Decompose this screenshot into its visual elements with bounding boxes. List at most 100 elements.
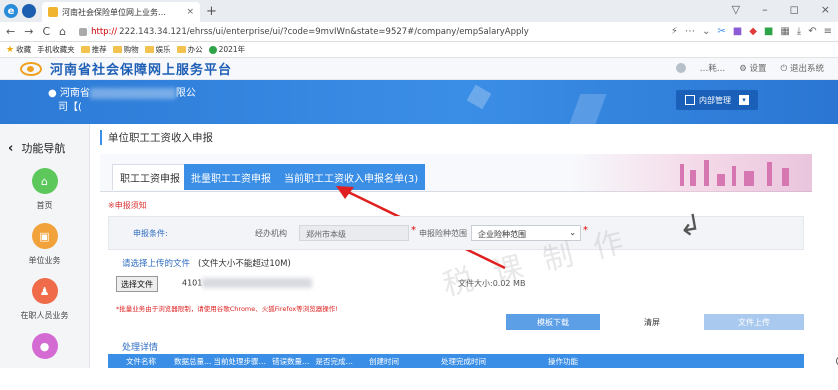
lock-icon: [79, 27, 88, 36]
skyline-building: [680, 164, 684, 186]
banner-decoration: [466, 84, 492, 110]
tabs-menu-icon[interactable]: ▽: [732, 3, 740, 16]
file-upload-button[interactable]: 文件上传: [704, 314, 804, 330]
forward-button[interactable]: →: [24, 25, 33, 38]
new-tab-button[interactable]: +: [206, 4, 217, 19]
dropdown-icon[interactable]: ⌄: [702, 26, 710, 37]
ext-purple-icon[interactable]: ■: [733, 26, 742, 37]
chevron-left-icon[interactable]: ‹: [8, 141, 13, 156]
bookmark-label: 收藏: [16, 45, 32, 54]
column-header: 操作功能: [548, 356, 578, 366]
translate-icon[interactable]: ✂: [717, 26, 725, 37]
bookmark-label: 2021年: [218, 45, 246, 54]
tab-batch-salary-declare[interactable]: 批量职工工资申报: [184, 164, 278, 190]
globe-icon: [208, 45, 217, 54]
upload-size-hint: (文件大小不能超过10M): [198, 259, 291, 269]
condition-label: 申报条件:: [133, 229, 168, 238]
user-icon: [675, 63, 686, 73]
sidebar-item-employees[interactable]: ♟ 在职人员业务: [0, 278, 89, 321]
sidebar-item-company[interactable]: ▣ 单位业务: [0, 223, 89, 266]
home-button[interactable]: ⌂: [59, 25, 66, 38]
upload-section-label: 请选择上传的文件 (文件大小不能超过10M): [122, 257, 291, 269]
bookmark-shopping[interactable]: 购物: [112, 44, 139, 55]
company-icon: ●: [48, 88, 57, 99]
undo-icon[interactable]: ↶: [808, 26, 816, 37]
redacted-text: [202, 278, 313, 288]
logout-link[interactable]: ⏻ 退出系统: [781, 62, 824, 74]
menu-icon[interactable]: ≡: [824, 26, 832, 37]
minimize-button[interactable]: –: [762, 3, 768, 16]
close-window-button[interactable]: ×: [821, 3, 830, 16]
choose-file-button[interactable]: 选择文件: [116, 276, 158, 292]
logout-label: 退出系统: [789, 64, 824, 74]
browser-back-circle-icon[interactable]: [22, 4, 36, 18]
bookmark-label: 购物: [123, 45, 139, 54]
chosen-file-name: 4101: [182, 278, 313, 288]
more-icon[interactable]: ⋯: [685, 26, 695, 37]
back-button[interactable]: ←: [6, 25, 15, 38]
declaration-notice[interactable]: ※申报须知: [108, 200, 147, 211]
sidebar: ‹ 功能导航 ⌂ 首页 ▣ 单位业务 ♟ 在职人员业务 ●: [0, 124, 90, 368]
bookmark-favorites[interactable]: ★ 收藏: [6, 44, 31, 55]
detail-table-header: 文件名称 数据总量… 当前处理步骤… 错误数量… 是否完成… 创建时间 处理完成…: [108, 354, 804, 368]
skyline-building: [717, 174, 725, 186]
maximize-button[interactable]: ◻: [790, 3, 799, 16]
address-bar: ← → C ⌂ http:// 222.143.34.121/ehrss/ui/…: [0, 22, 838, 42]
bookmark-2021[interactable]: 2021年: [208, 44, 246, 55]
skyline-building: [767, 162, 772, 186]
skyline-building: [732, 166, 736, 186]
column-header: 文件名称: [126, 356, 156, 366]
person2-icon: ●: [31, 333, 58, 359]
bookmark-label: 手机收藏夹: [37, 45, 75, 54]
template-download-button[interactable]: 模板下载: [506, 314, 600, 330]
browser-warning: *批量业务由于浏览器限制，请使用谷歌Chrome、火狐Firefox等浏览器操作…: [116, 305, 338, 313]
header-links: …耗… ⚙ 设置 ⏻ 退出系统: [675, 62, 824, 74]
url-field[interactable]: http:// 222.143.34.121/ehrss/ui/enterpri…: [75, 24, 671, 40]
download-icon[interactable]: ⤓: [797, 26, 801, 37]
inner-management-button[interactable]: 内部管理 ▾: [676, 90, 758, 110]
browser-logo-icon: e: [4, 4, 18, 18]
clear-screen-button[interactable]: 清屏: [612, 314, 692, 330]
bookmark-label: 推荐: [91, 45, 107, 54]
browser-tab[interactable]: 河南社会保险单位网上业务… ×: [42, 2, 200, 22]
main-area: ‹ 功能导航 ⌂ 首页 ▣ 单位业务 ♟ 在职人员业务 ● 单位职工工资收入申报: [0, 124, 838, 368]
company-name-line2: 司【(: [58, 102, 82, 113]
window-controls: ▽ – ◻ ×: [732, 3, 830, 16]
bookmark-recommend[interactable]: 推荐: [80, 44, 107, 55]
action-bar: 模板下载 清屏 文件上传: [506, 314, 804, 330]
ext-green-icon[interactable]: ■: [764, 26, 773, 37]
chevron-down-icon: ▾: [739, 95, 749, 105]
bookmark-office[interactable]: 办公: [176, 44, 203, 55]
skyline-building: [782, 168, 789, 186]
folder-icon: [176, 46, 186, 53]
sidebar-item-label: 单位业务: [28, 256, 61, 265]
grid-icon[interactable]: ▦: [780, 26, 789, 37]
company-name-line1: 河南省: [59, 88, 90, 99]
site-title: 河南省社会保障网上服务平台: [50, 63, 233, 78]
reload-button[interactable]: C: [42, 25, 50, 38]
folder-icon: [80, 46, 90, 53]
sidebar-item-label: 首页: [36, 201, 53, 210]
folder-icon: [112, 46, 122, 53]
site-logo-icon: [20, 61, 42, 76]
org-field[interactable]: 郑州市本级: [299, 225, 409, 241]
tab-close-icon[interactable]: ×: [186, 7, 194, 17]
org-chart-icon: [685, 95, 695, 105]
ext-red-icon[interactable]: ◆: [749, 26, 757, 37]
sidebar-title[interactable]: ‹ 功能导航: [0, 124, 89, 156]
sidebar-item-label: 在职人员业务: [20, 311, 69, 320]
page-title: 单位职工工资收入申报: [100, 130, 213, 145]
skyline-building: [690, 170, 696, 186]
bookmark-label: 办公: [187, 45, 203, 54]
process-detail-title: 处理详情: [122, 343, 159, 353]
bookmark-mobile[interactable]: 手机收藏夹: [37, 44, 75, 55]
skyline-building: [744, 171, 754, 186]
settings-link[interactable]: ⚙ 设置: [739, 62, 766, 74]
sidebar-item-home[interactable]: ⌂ 首页: [0, 168, 89, 211]
tab-salary-declare[interactable]: 职工工资申报: [112, 164, 188, 190]
site-header: 河南省社会保障网上服务平台 …耗… ⚙ 设置 ⏻ 退出系统: [0, 58, 838, 80]
bookmark-entertainment[interactable]: 娱乐: [144, 44, 171, 55]
sidebar-item-more[interactable]: ●: [0, 333, 89, 365]
lightning-icon[interactable]: ⚡: [671, 26, 678, 37]
skyline-decoration: [572, 154, 812, 192]
